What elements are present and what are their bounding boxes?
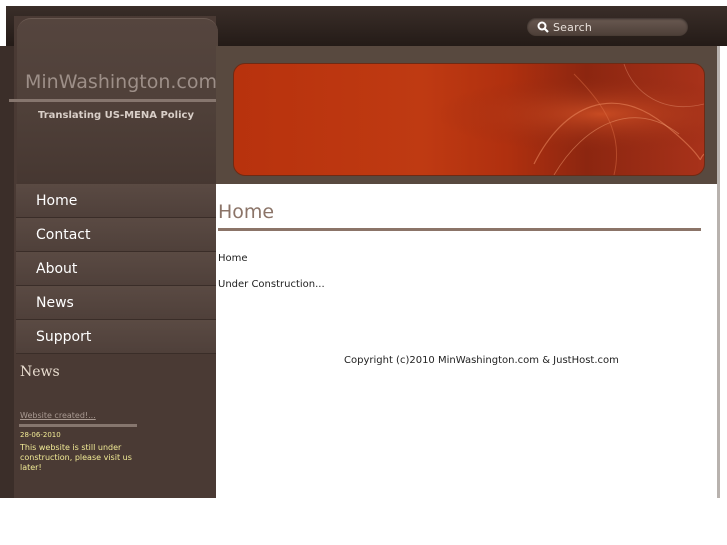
- title-underline: [218, 228, 701, 231]
- search-input[interactable]: Search: [553, 21, 592, 34]
- nav-item-support[interactable]: Support: [16, 320, 216, 354]
- nav-item-news[interactable]: News: [16, 286, 216, 320]
- nav-item-about[interactable]: About: [16, 252, 216, 286]
- content-area: [216, 184, 717, 498]
- left-edge: [0, 46, 14, 498]
- site-tagline: Translating US-MENA Policy: [38, 110, 194, 121]
- main-nav: Home Contact About News Support: [16, 184, 216, 354]
- news-heading: News: [20, 364, 60, 380]
- footer-copyright: Copyright (c)2010 MinWashington.com & Ju…: [344, 355, 619, 366]
- page-title: Home: [218, 201, 275, 223]
- title-divider: [9, 99, 217, 102]
- search-icon[interactable]: [535, 18, 553, 36]
- site-title[interactable]: MinWashington.com: [25, 71, 217, 93]
- breadcrumb[interactable]: Home: [218, 253, 248, 264]
- right-border: [717, 46, 720, 498]
- search-box[interactable]: Search: [527, 18, 688, 36]
- nav-item-contact[interactable]: Contact: [16, 218, 216, 252]
- news-item-link[interactable]: Website created!...: [20, 411, 96, 420]
- header-banner-image: [233, 63, 705, 176]
- nav-item-home[interactable]: Home: [16, 184, 216, 218]
- page-body-text: Under Construction...: [218, 279, 325, 290]
- news-item-date: 28-06-2010: [20, 431, 61, 439]
- news-item-text: This website is still under construction…: [20, 443, 132, 472]
- news-divider: [19, 424, 137, 427]
